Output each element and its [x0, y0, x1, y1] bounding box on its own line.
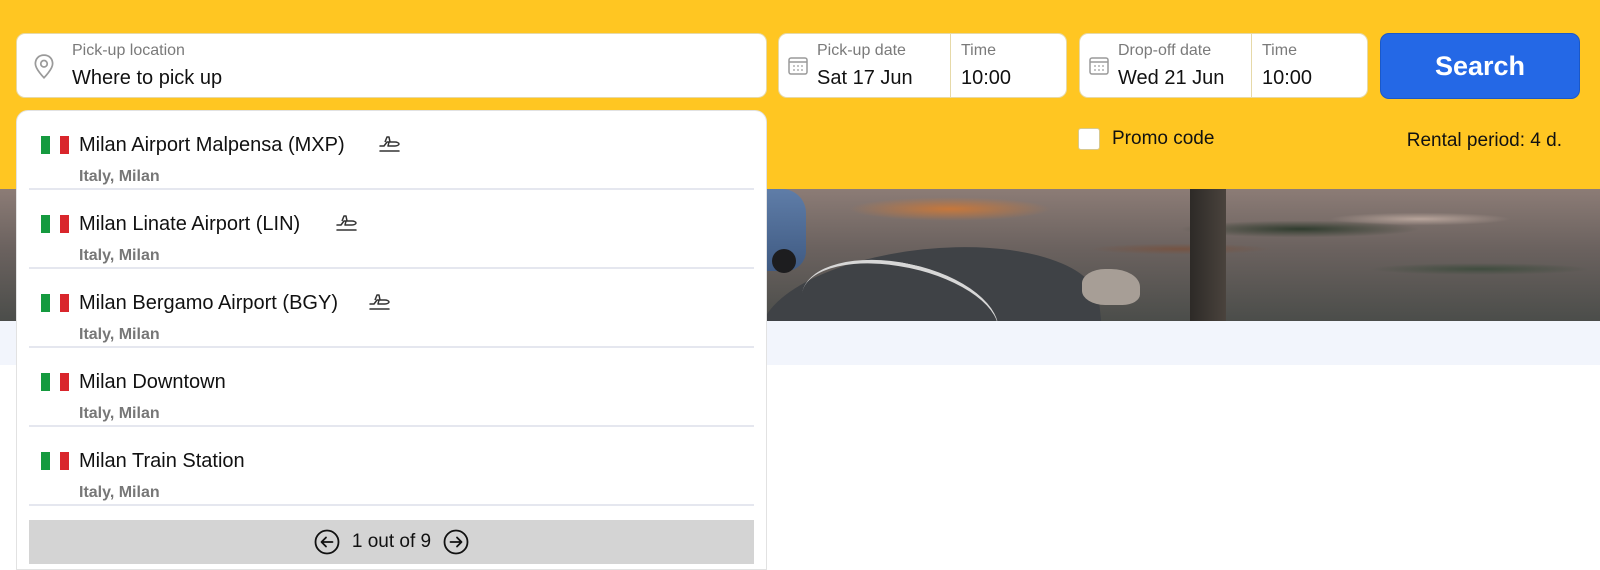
italy-flag-icon	[41, 373, 69, 391]
pickup-time-field[interactable]: Time 10:00	[950, 33, 1067, 98]
hero-tree	[1190, 189, 1226, 321]
pickup-date-value: Sat 17 Jun	[817, 67, 913, 89]
search-button[interactable]: Search	[1380, 33, 1580, 99]
italy-flag-icon	[41, 294, 69, 312]
pickup-date-label: Pick-up date	[817, 42, 906, 59]
pager-text: 1 out of 9	[351, 531, 432, 552]
suggestion-item[interactable]: Milan Airport Malpensa (MXP) Italy, Milan	[29, 111, 754, 190]
dropoff-date-field[interactable]: Drop-off date Wed 21 Jun	[1079, 33, 1252, 98]
suggestion-item[interactable]: Milan Train Station Italy, Milan	[29, 427, 754, 506]
promo-code-label[interactable]: Promo code	[1112, 128, 1214, 150]
pickup-location-field[interactable]: Pick-up location Where to pick up	[16, 33, 767, 98]
suggestion-name: Milan Train Station	[79, 450, 245, 472]
location-pin-icon	[34, 54, 54, 79]
hero-car-wheel	[772, 249, 796, 273]
suggestion-subtitle: Italy, Milan	[79, 484, 160, 501]
suggestion-subtitle: Italy, Milan	[79, 326, 160, 343]
suggestion-name: Milan Downtown	[79, 371, 226, 393]
dropoff-time-label: Time	[1262, 42, 1297, 59]
pickup-location-input[interactable]: Where to pick up	[72, 67, 222, 90]
dropoff-date-value: Wed 21 Jun	[1118, 67, 1225, 89]
suggestion-subtitle: Italy, Milan	[79, 168, 160, 185]
suggestion-name: Milan Linate Airport (LIN)	[79, 213, 301, 235]
hero-rock	[1082, 269, 1140, 305]
suggestion-name: Milan Airport Malpensa (MXP)	[79, 134, 345, 156]
italy-flag-icon	[41, 452, 69, 470]
promo-code-checkbox[interactable]	[1078, 128, 1100, 150]
arrow-right-icon[interactable]	[443, 529, 469, 555]
plane-icon	[379, 136, 400, 152]
italy-flag-icon	[41, 136, 69, 154]
location-suggestions-dropdown: Milan Airport Malpensa (MXP) Italy, Milan…	[16, 110, 767, 570]
suggestion-subtitle: Italy, Milan	[79, 405, 160, 422]
suggestion-item[interactable]: Milan Downtown Italy, Milan	[29, 348, 754, 427]
suggestion-item[interactable]: Milan Linate Airport (LIN) Italy, Milan	[29, 190, 754, 269]
suggestion-subtitle: Italy, Milan	[79, 247, 160, 264]
pickup-location-label: Pick-up location	[72, 42, 185, 59]
dropoff-time-value: 10:00	[1262, 67, 1313, 89]
calendar-icon	[788, 57, 808, 75]
suggestions-pager: 1 out of 9	[29, 520, 754, 564]
suggestion-name: Milan Bergamo Airport (BGY)	[79, 292, 338, 314]
arrow-left-icon[interactable]	[314, 529, 340, 555]
dropoff-date-label: Drop-off date	[1118, 42, 1212, 59]
calendar-icon	[1089, 57, 1109, 75]
pickup-time-value: 10:00	[961, 67, 1012, 89]
rental-period: Rental period: 4 d.	[1406, 130, 1562, 151]
plane-icon	[369, 294, 390, 310]
pickup-date-field[interactable]: Pick-up date Sat 17 Jun	[778, 33, 951, 98]
dropoff-time-field[interactable]: Time 10:00	[1251, 33, 1368, 98]
pickup-time-label: Time	[961, 42, 996, 59]
plane-icon	[336, 215, 357, 231]
suggestion-item[interactable]: Milan Bergamo Airport (BGY) Italy, Milan	[29, 269, 754, 348]
promo-code-toggle[interactable]: Promo code	[1078, 128, 1214, 150]
italy-flag-icon	[41, 215, 69, 233]
